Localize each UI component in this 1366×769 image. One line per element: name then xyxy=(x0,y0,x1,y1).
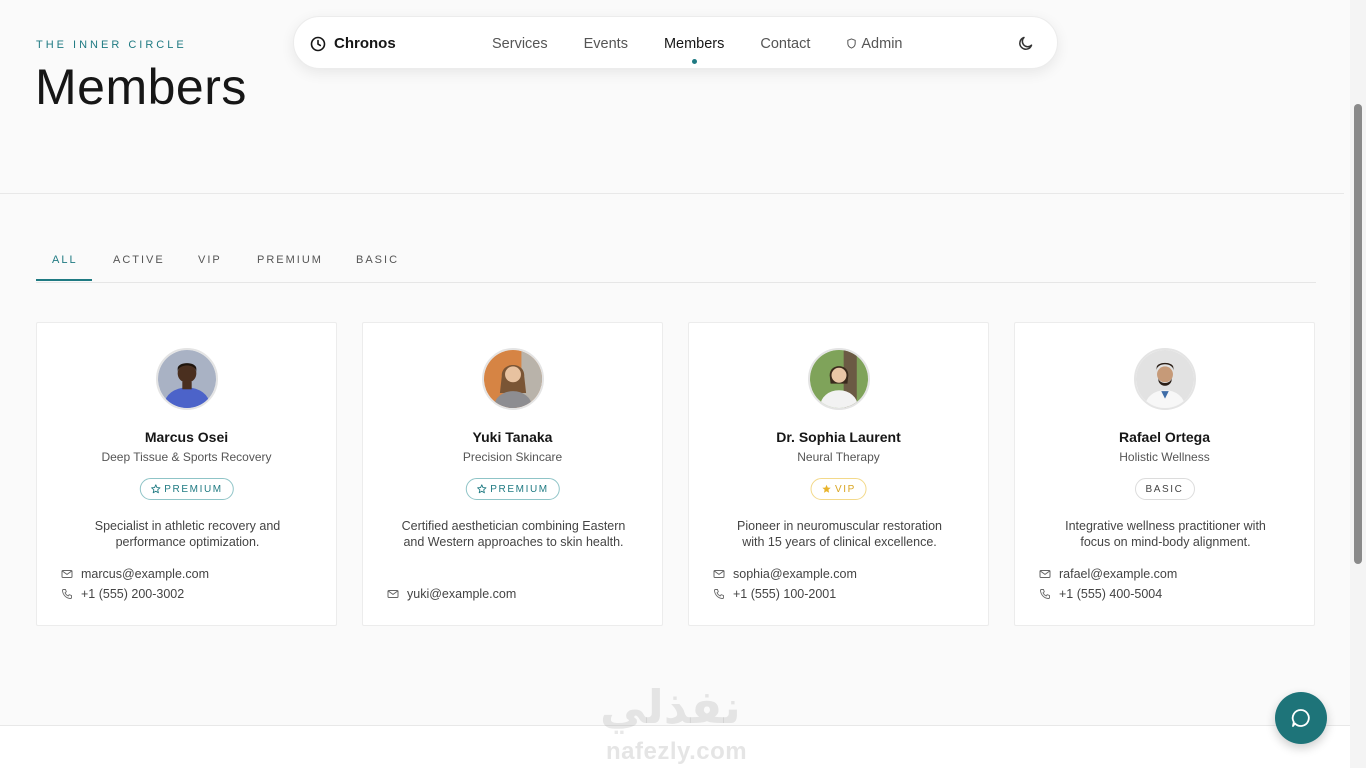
tier-label: VIP xyxy=(835,483,856,495)
tab-premium[interactable]: PREMIUM xyxy=(257,254,323,266)
member-description: Pioneer in neuromuscular restoration wit… xyxy=(737,519,942,549)
active-indicator-dot xyxy=(691,58,697,64)
member-photo xyxy=(810,350,868,408)
tier-label: PREMIUM xyxy=(490,483,549,495)
shield-icon xyxy=(847,38,857,49)
phone-text: +1 (555) 200-3002 xyxy=(81,587,185,601)
member-role: Precision Skincare xyxy=(462,450,563,464)
member-description: Integrative wellness practitioner with f… xyxy=(1065,519,1266,549)
nav-link-label: Admin xyxy=(861,35,903,52)
nav-link-label: Events xyxy=(583,35,628,52)
member-card[interactable]: Dr. Sophia Laurent Neural Therapy VIP Pi… xyxy=(688,322,989,626)
phone-icon xyxy=(714,589,724,599)
active-tab-underline xyxy=(36,279,92,281)
member-role: Neural Therapy xyxy=(797,450,880,464)
scrollbar-thumb[interactable] xyxy=(1354,104,1362,564)
star-outline-icon xyxy=(150,484,160,494)
phone-icon xyxy=(1040,589,1050,599)
avatar xyxy=(482,348,544,410)
member-name: Yuki Tanaka xyxy=(472,429,553,445)
navbar: Chronos Services Events Members Contact … xyxy=(293,16,1058,69)
email-row[interactable]: marcus@example.com xyxy=(61,567,209,581)
nav-link-events[interactable]: Events xyxy=(584,36,628,52)
tier-badge: PREMIUM xyxy=(139,478,234,500)
member-role: Deep Tissue & Sports Recovery xyxy=(101,450,272,464)
member-name: Marcus Osei xyxy=(144,429,229,445)
filter-tabs: ALL ACTIVE VIP PREMIUM BASIC xyxy=(36,244,1316,283)
phone-icon xyxy=(62,589,72,599)
page-title: Members xyxy=(35,59,247,115)
phone-row[interactable]: +1 (555) 200-3002 xyxy=(61,587,184,601)
nav-link-members[interactable]: Members xyxy=(663,35,725,64)
nav-link-admin[interactable]: Admin xyxy=(846,36,902,52)
nav-link-label: Members xyxy=(663,35,725,52)
watermark-latin: nafezly.com xyxy=(606,738,748,765)
eyebrow: THE INNER CIRCLE xyxy=(36,39,187,51)
mail-icon xyxy=(713,570,725,578)
member-description: Specialist in athletic recovery and perf… xyxy=(94,519,281,549)
member-photo xyxy=(158,350,216,408)
tier-badge: PREMIUM xyxy=(465,478,560,500)
email-text: marcus@example.com xyxy=(81,567,210,581)
brand-label: Chronos xyxy=(334,35,396,52)
member-photo xyxy=(484,350,542,408)
member-name: Rafael Ortega xyxy=(1118,429,1211,445)
nav-link-label: Services xyxy=(492,35,548,52)
moon-icon[interactable] xyxy=(1017,34,1035,52)
chat-button[interactable] xyxy=(1275,692,1327,744)
phone-text: +1 (555) 100-2001 xyxy=(733,587,837,601)
member-card[interactable]: Marcus Osei Deep Tissue & Sports Recover… xyxy=(36,322,337,626)
brand[interactable]: Chronos xyxy=(310,17,396,70)
tier-label: BASIC xyxy=(1145,483,1184,495)
nav-links: Services Events Members Contact Admin xyxy=(492,17,938,70)
watermark-arabic: نفذلي xyxy=(600,680,741,734)
avatar xyxy=(156,348,218,410)
tier-badge: BASIC xyxy=(1134,478,1195,500)
tier-label: PREMIUM xyxy=(164,483,223,495)
email-row[interactable]: sophia@example.com xyxy=(713,567,857,581)
tab-vip[interactable]: VIP xyxy=(198,254,222,266)
mail-icon xyxy=(1039,570,1051,578)
email-row[interactable]: rafael@example.com xyxy=(1039,567,1177,581)
member-description: Certified aesthetician combining Eastern… xyxy=(401,519,626,549)
star-outline-icon xyxy=(476,484,486,494)
section-divider xyxy=(0,193,1344,194)
star-filled-icon xyxy=(821,484,831,493)
mail-icon xyxy=(387,590,399,598)
tab-basic[interactable]: BASIC xyxy=(356,254,399,266)
tab-all[interactable]: ALL xyxy=(52,254,78,266)
clock-icon xyxy=(310,36,326,51)
chat-bubble-icon xyxy=(1291,709,1310,727)
avatar xyxy=(1134,348,1196,410)
nav-link-services[interactable]: Services xyxy=(492,36,548,52)
phone-row[interactable]: +1 (555) 100-2001 xyxy=(713,587,836,601)
nav-link-contact[interactable]: Contact xyxy=(760,36,810,52)
nav-link-label: Contact xyxy=(760,35,811,52)
member-role: Holistic Wellness xyxy=(1119,450,1210,464)
avatar xyxy=(808,348,870,410)
member-photo xyxy=(1136,350,1194,408)
mail-icon xyxy=(61,570,73,578)
tier-badge: VIP xyxy=(810,478,867,500)
email-text: rafael@example.com xyxy=(1059,567,1178,581)
tab-active[interactable]: ACTIVE xyxy=(113,254,165,266)
member-card[interactable]: Rafael Ortega Holistic Wellness BASIC In… xyxy=(1014,322,1315,626)
member-card[interactable]: Yuki Tanaka Precision Skincare PREMIUM C… xyxy=(362,322,663,626)
email-row[interactable]: yuki@example.com xyxy=(387,587,516,601)
email-text: yuki@example.com xyxy=(407,587,517,601)
member-name: Dr. Sophia Laurent xyxy=(776,429,901,445)
email-text: sophia@example.com xyxy=(733,567,857,581)
phone-row[interactable]: +1 (555) 400-5004 xyxy=(1039,587,1162,601)
phone-text: +1 (555) 400-5004 xyxy=(1059,587,1163,601)
